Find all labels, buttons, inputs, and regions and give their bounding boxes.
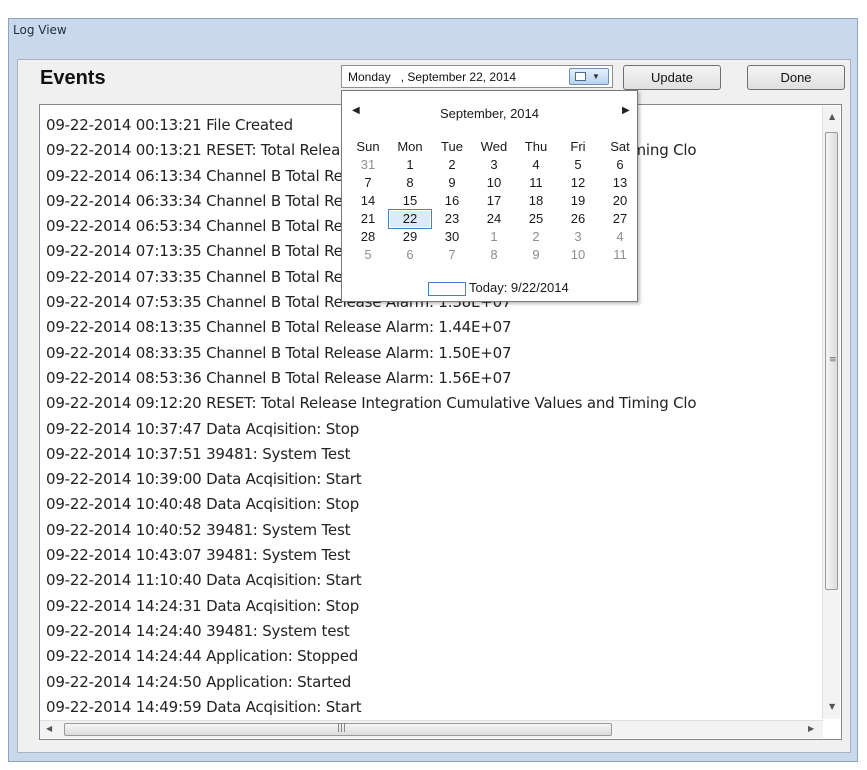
calendar-day[interactable]: 1 <box>389 156 431 174</box>
calendar-day[interactable]: 3 <box>473 156 515 174</box>
calendar-day[interactable]: 25 <box>515 210 557 228</box>
calendar-day[interactable]: 8 <box>473 246 515 264</box>
calendar-day[interactable]: 18 <box>515 192 557 210</box>
calendar-day[interactable]: 5 <box>347 246 389 264</box>
log-line: 09-22-2014 14:24:44 Application: Stopped <box>46 647 359 666</box>
weekday-header: Thu <box>524 139 548 154</box>
scroll-down-icon[interactable]: ▼ <box>829 702 835 711</box>
calendar-day[interactable]: 2 <box>515 228 557 246</box>
scroll-right-icon[interactable]: ▶ <box>808 724 814 733</box>
done-button[interactable]: Done <box>747 65 845 90</box>
calendar-day[interactable]: 19 <box>557 192 599 210</box>
calendar-icon <box>575 72 586 81</box>
calendar-day[interactable]: 10 <box>473 174 515 192</box>
log-line: 09-22-2014 10:40:48 Data Acqisition: Sto… <box>46 495 360 514</box>
calendar-day[interactable]: 12 <box>557 174 599 192</box>
events-heading: Events <box>40 67 106 89</box>
today-marker-icon <box>428 281 466 296</box>
grip-icon: ||| <box>337 723 347 733</box>
vertical-scroll-thumb[interactable]: ≡ <box>825 132 838 590</box>
weekday-header: Fri <box>570 139 586 154</box>
calendar-day[interactable]: 11 <box>515 174 557 192</box>
calendar-day[interactable]: 14 <box>347 192 389 210</box>
weekday-header: Sat <box>610 139 630 154</box>
today-label: Today: 9/22/2014 <box>469 280 569 295</box>
calendar-day[interactable]: 21 <box>347 210 389 228</box>
calendar-day[interactable]: 23 <box>431 210 473 228</box>
calendar-day[interactable]: 8 <box>389 174 431 192</box>
update-button[interactable]: Update <box>623 65 721 90</box>
log-line: 09-22-2014 14:24:40 39481: System test <box>46 621 350 640</box>
calendar-day[interactable]: 28 <box>347 228 389 246</box>
calendar-day[interactable]: 15 <box>389 192 431 210</box>
log-line: 09-22-2014 10:39:00 Data Acqisition: Sta… <box>46 470 362 489</box>
calendar-grid: Sun Mon Tue Wed Thu Fri Sat 31 1 2 3 4 5 6 7 8 9 10 11 12 13… <box>347 138 641 264</box>
calendar-day[interactable]: 7 <box>431 246 473 264</box>
horizontal-scrollbar[interactable]: ◀ ||| ▶ <box>40 720 823 738</box>
horizontal-scroll-thumb[interactable]: ||| <box>64 723 612 736</box>
calendar-popup: ◀ September, 2014 ▶ Sun Mon Tue Wed Thu Fri Sa… <box>341 90 638 302</box>
log-line: 09-22-2014 14:24:31 Data Acqisition: Sto… <box>46 596 360 615</box>
calendar-day[interactable]: 2 <box>431 156 473 174</box>
calendar-day[interactable]: 4 <box>599 228 641 246</box>
log-line: 09-22-2014 10:40:52 39481: System Test <box>46 520 351 539</box>
calendar-day[interactable]: 5 <box>557 156 599 174</box>
calendar-month-label: September, 2014 <box>439 106 540 121</box>
weekday-header: Tue <box>441 139 463 154</box>
log-line: 09-22-2014 09:12:20 RESET: Total Release… <box>46 394 697 413</box>
weekday-header: Mon <box>397 139 423 154</box>
calendar-day[interactable]: 31 <box>347 156 389 174</box>
next-month-icon[interactable]: ▶ <box>622 105 630 116</box>
calendar-day[interactable]: 11 <box>599 246 641 264</box>
calendar-day[interactable]: 1 <box>473 228 515 246</box>
calendar-day[interactable]: 13 <box>599 174 641 192</box>
calendar-day[interactable]: 26 <box>557 210 599 228</box>
date-picker[interactable]: Monday , September 22, 2014 ▼ <box>341 65 613 88</box>
calendar-day-selected[interactable]: 22 <box>388 209 432 229</box>
log-line: 09-22-2014 10:37:51 39481: System Test <box>46 444 351 463</box>
scroll-left-icon[interactable]: ◀ <box>46 724 52 733</box>
weekday-header: Wed <box>480 139 508 154</box>
calendar-dropdown-button[interactable]: ▼ <box>569 68 609 85</box>
log-line: 09-22-2014 14:24:50 Application: Started <box>46 672 352 691</box>
log-line: 09-22-2014 10:37:47 Data Acqisition: Sto… <box>46 419 360 438</box>
window-title: Log View <box>13 23 67 37</box>
date-value: Monday , September 22, 2014 <box>348 70 517 84</box>
calendar-day[interactable]: 6 <box>389 246 431 264</box>
calendar-day[interactable]: 30 <box>431 228 473 246</box>
log-line: 09-22-2014 10:43:07 39481: System Test <box>46 546 351 565</box>
calendar-day[interactable]: 27 <box>599 210 641 228</box>
calendar-day[interactable]: 9 <box>515 246 557 264</box>
calendar-day[interactable]: 20 <box>599 192 641 210</box>
log-line: 09-22-2014 08:33:35 Channel B Total Rele… <box>46 343 512 362</box>
weekday-header: Sun <box>356 139 380 154</box>
calendar-day[interactable]: 4 <box>515 156 557 174</box>
scroll-up-icon[interactable]: ▲ <box>829 112 835 121</box>
chevron-down-icon: ▼ <box>592 72 600 81</box>
calendar-day[interactable]: 29 <box>389 228 431 246</box>
calendar-day[interactable]: 6 <box>599 156 641 174</box>
log-line: 09-22-2014 08:53:36 Channel B Total Rele… <box>46 368 512 387</box>
calendar-day[interactable]: 7 <box>347 174 389 192</box>
today-link[interactable]: Today: 9/22/2014 <box>428 279 569 297</box>
vertical-scrollbar[interactable]: ▲ ≡ ▼ <box>822 106 840 719</box>
calendar-day[interactable]: 3 <box>557 228 599 246</box>
log-line: 09-22-2014 11:10:40 Data Acqisition: Sta… <box>46 571 362 590</box>
calendar-day[interactable]: 9 <box>431 174 473 192</box>
log-line: 09-22-2014 14:49:59 Data Acqisition: Sta… <box>46 697 362 716</box>
calendar-day[interactable]: 10 <box>557 246 599 264</box>
log-line: 09-22-2014 08:13:35 Channel B Total Rele… <box>46 318 512 337</box>
calendar-day[interactable]: 16 <box>431 192 473 210</box>
grip-icon: ≡ <box>829 355 837 365</box>
calendar-day[interactable]: 17 <box>473 192 515 210</box>
calendar-day[interactable]: 24 <box>473 210 515 228</box>
